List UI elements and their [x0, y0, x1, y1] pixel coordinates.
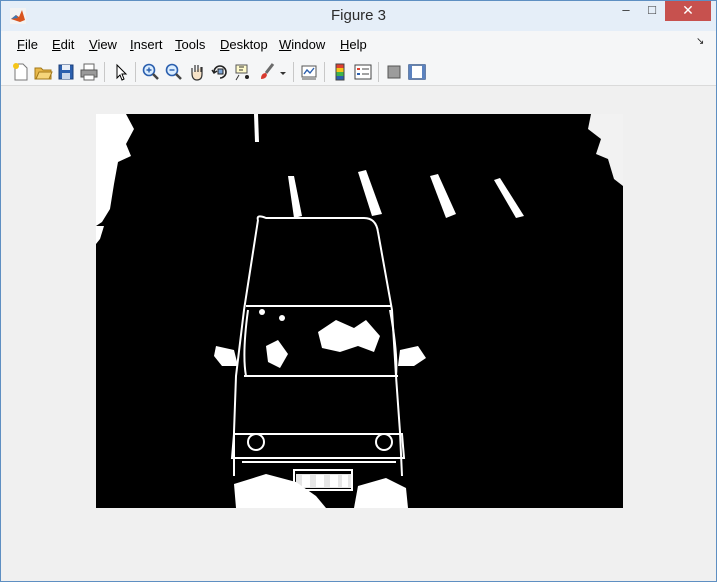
menu-desktop[interactable]: Desktop — [220, 37, 268, 52]
title-bar[interactable]: Figure 3 – □ ✕ — [1, 1, 716, 31]
show-plot-tools-icon[interactable] — [407, 62, 427, 82]
colorbar-icon[interactable] — [330, 62, 350, 82]
toolbar-separator — [324, 62, 325, 82]
save-icon[interactable] — [56, 62, 76, 82]
rotate-3d-icon[interactable] — [210, 62, 230, 82]
zoom-out-icon[interactable] — [164, 62, 184, 82]
link-plot-icon[interactable] — [299, 62, 319, 82]
menu-window[interactable]: Window — [279, 37, 325, 52]
brush-icon[interactable] — [257, 62, 277, 82]
zoom-in-icon[interactable] — [141, 62, 161, 82]
menu-file[interactable]: File — [17, 37, 38, 52]
close-button[interactable]: ✕ — [665, 1, 711, 21]
pan-icon[interactable] — [187, 62, 207, 82]
toolbar-separator — [104, 62, 105, 82]
figure-toolbar — [1, 58, 716, 86]
toolbar-separator — [135, 62, 136, 82]
menu-bar: File Edit View Insert Tools Desktop Wind… — [1, 31, 716, 58]
dock-arrow-icon[interactable]: ↘ — [696, 36, 704, 47]
menu-help[interactable]: Help — [340, 37, 367, 52]
hide-plot-tools-icon[interactable] — [384, 62, 404, 82]
toolbar-separator — [378, 62, 379, 82]
brush-dropdown-icon[interactable] — [277, 62, 289, 82]
window-title: Figure 3 — [330, 7, 387, 24]
menu-tools[interactable]: Tools — [175, 37, 205, 52]
maximize-button[interactable]: □ — [639, 1, 665, 21]
menu-insert[interactable]: Insert — [130, 37, 163, 52]
data-cursor-icon[interactable] — [233, 62, 253, 82]
new-figure-icon[interactable] — [11, 62, 31, 82]
figure-window: Figure 3 – □ ✕ File Edit View Insert Too… — [0, 0, 717, 582]
print-icon[interactable] — [79, 62, 99, 82]
legend-icon[interactable] — [353, 62, 373, 82]
edit-plot-icon[interactable] — [111, 62, 131, 82]
toolbar-separator — [293, 62, 294, 82]
menu-edit[interactable]: Edit — [52, 37, 74, 52]
menu-view[interactable]: View — [89, 37, 117, 52]
binary-image-display[interactable] — [96, 114, 623, 508]
minimize-button[interactable]: – — [613, 1, 639, 21]
open-file-icon[interactable] — [33, 62, 53, 82]
